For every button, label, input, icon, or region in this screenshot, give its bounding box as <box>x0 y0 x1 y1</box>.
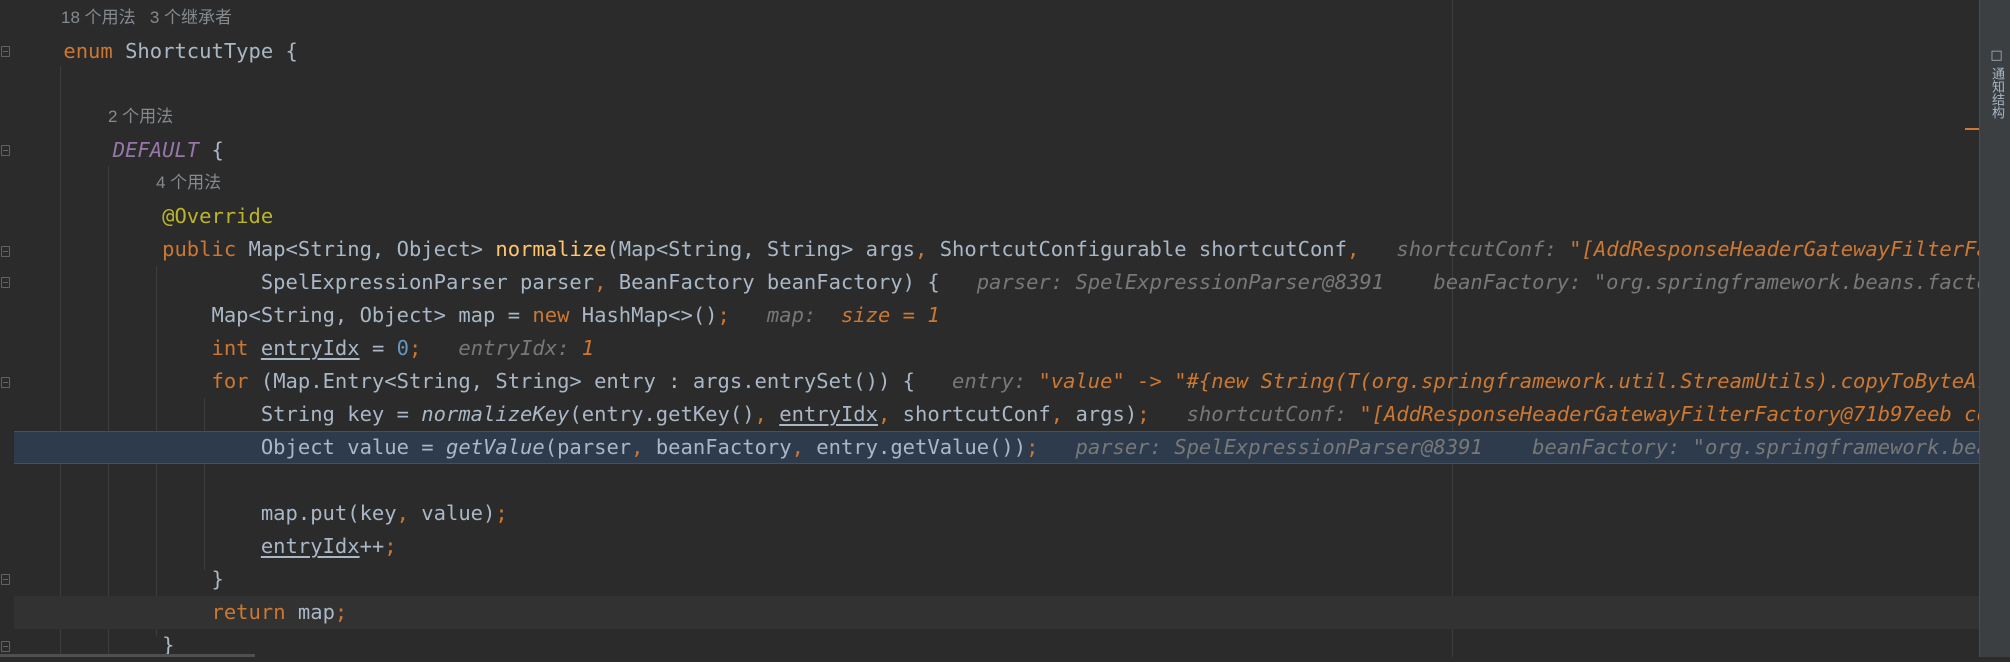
code-line[interactable]: SpelExpressionParser parser, BeanFactory… <box>14 266 1980 299</box>
code-line[interactable]: public Map<String, Object> normalize(Map… <box>14 233 1980 266</box>
fold-marker-icon[interactable] <box>0 144 10 156</box>
inheritors-inlay[interactable]: 3 个继承者 <box>150 8 232 27</box>
usages-inlay[interactable]: 2 个用法 <box>108 104 173 130</box>
debug-hint: map: <box>766 303 841 327</box>
debug-hint: shortcutConf: <box>1186 402 1360 426</box>
fold-marker-icon[interactable] <box>0 276 10 288</box>
gutter[interactable] <box>0 0 14 657</box>
code-line[interactable]: int entryIdx = 0; entryIdx: 1 <box>14 332 1980 365</box>
fold-marker-icon[interactable] <box>0 245 10 257</box>
execution-point-line[interactable]: Object value = getValue(parser, beanFact… <box>14 431 1980 464</box>
debug-hint: parser: SpelExpressionParser@8391 <box>1075 435 1483 459</box>
fold-marker-icon[interactable] <box>0 573 10 585</box>
code-line[interactable]: DEFAULT { <box>14 134 1980 167</box>
fold-marker-icon[interactable] <box>0 376 10 388</box>
code-line[interactable]: for (Map.Entry<String, String> entry : a… <box>14 365 1980 398</box>
code-line[interactable]: map.put(key, value); <box>14 497 1980 530</box>
structure-tool-tab[interactable]: □ 通知结构 <box>1987 48 2006 119</box>
debug-hint: parser: SpelExpressionParser@8391 <box>976 270 1385 294</box>
code-line[interactable]: @Override <box>14 200 1980 233</box>
code-line[interactable]: } <box>14 563 1980 596</box>
code-line[interactable]: entryIdx++; <box>14 530 1980 563</box>
caret-line[interactable]: return map; <box>14 596 1980 629</box>
code-line[interactable]: enum ShortcutType { <box>14 35 1980 68</box>
fold-marker-icon[interactable] <box>0 640 10 652</box>
code-line[interactable]: Map<String, Object> map = new HashMap<>(… <box>14 299 1980 332</box>
debug-hint: beanFactory: "org.springframework.beans.… <box>1433 270 1980 294</box>
right-tool-window-strip[interactable]: □ 通知结构 <box>1979 0 2010 657</box>
debug-hint: entry: <box>952 369 1039 393</box>
scrollbar-marker[interactable] <box>1965 128 1979 130</box>
code-line[interactable]: } <box>14 629 1980 662</box>
code-editor[interactable]: 18 个用法 3 个继承者 enum ShortcutType { 2 个用法 … <box>0 0 2010 657</box>
debug-hint: beanFactory: "org.springframework.beans.… <box>1532 435 1980 459</box>
usages-inlay[interactable]: 18 个用法 3 个继承者 <box>61 5 232 31</box>
code-line[interactable]: String key = normalizeKey(entry.getKey()… <box>14 398 1980 431</box>
usages-inlay[interactable]: 4 个用法 <box>156 170 221 196</box>
fold-marker-icon[interactable] <box>0 45 10 57</box>
debug-hint: shortcutConf: <box>1396 237 1570 261</box>
debug-hint: entryIdx: <box>458 336 582 360</box>
